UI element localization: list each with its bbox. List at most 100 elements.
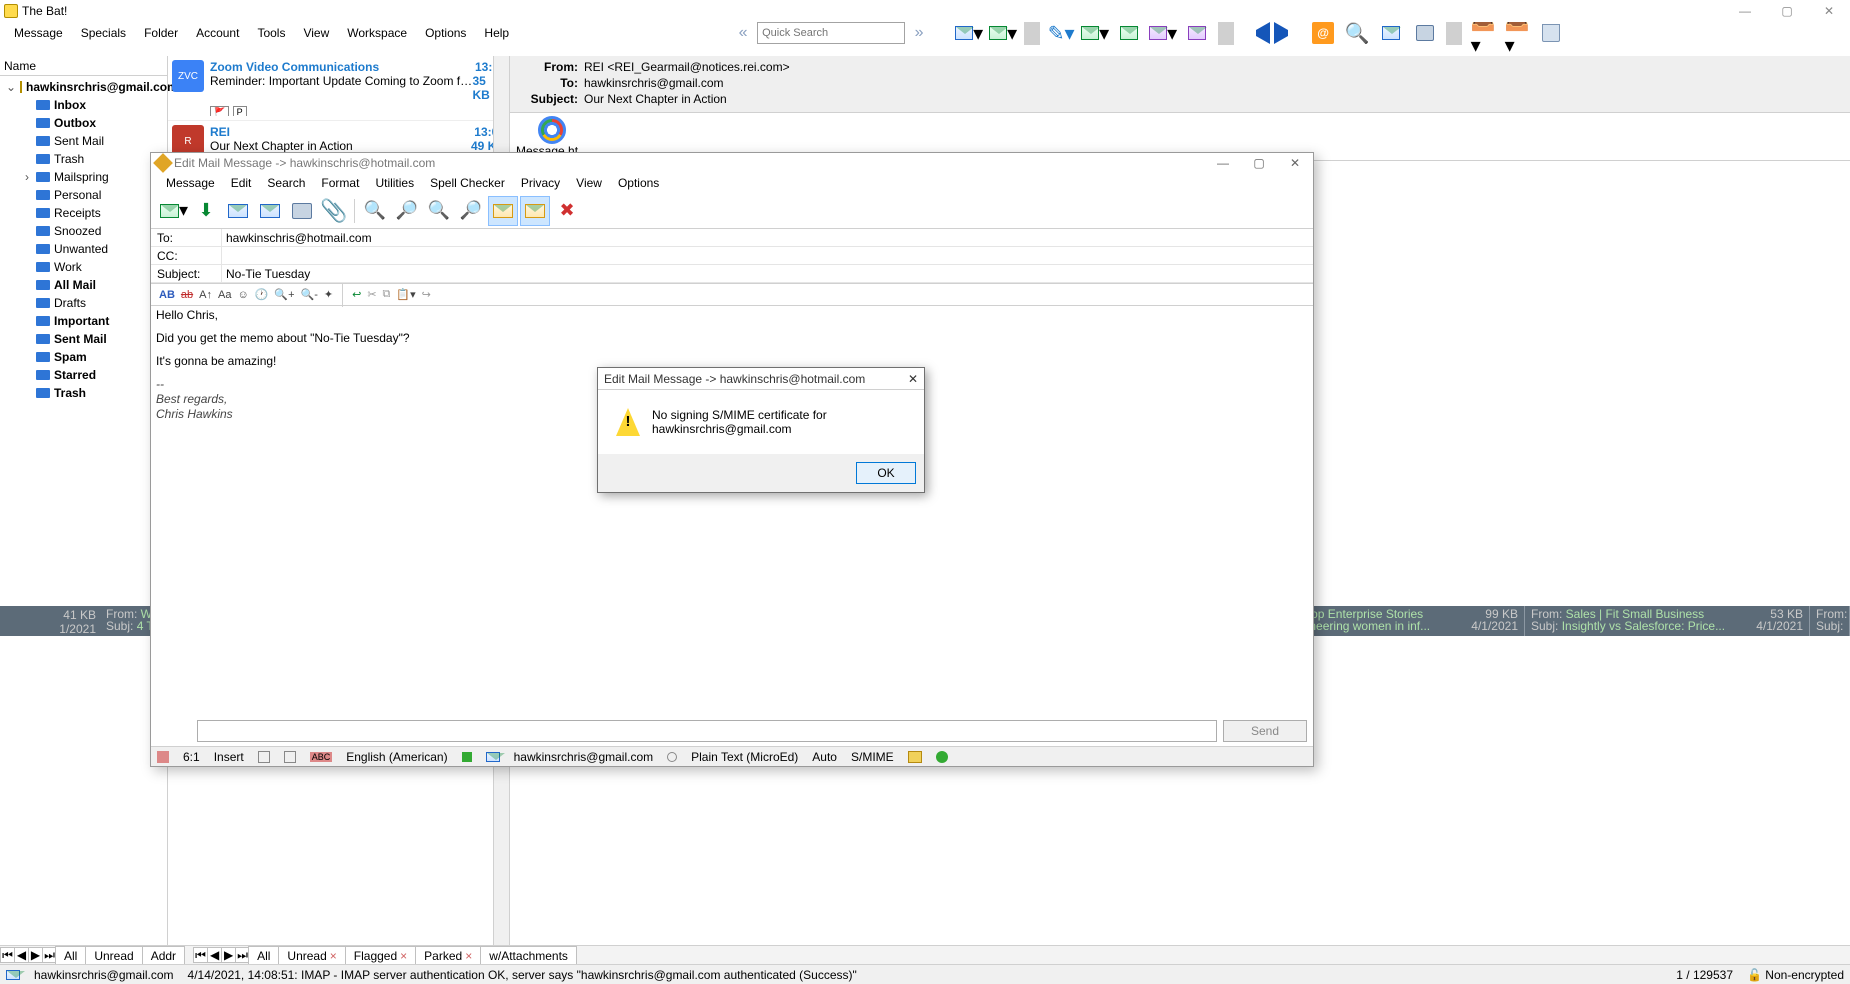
compose-menu-message[interactable]: Message bbox=[159, 174, 222, 192]
search-next-icon[interactable]: » bbox=[907, 21, 931, 45]
compose-menu-spell[interactable]: Spell Checker bbox=[423, 174, 512, 192]
send-account-dropdown[interactable] bbox=[197, 720, 1217, 742]
special-icon[interactable]: ✦ bbox=[324, 288, 333, 301]
folder-item[interactable]: Drafts bbox=[0, 294, 167, 312]
subject-field[interactable]: No-Tie Tuesday bbox=[221, 265, 1313, 282]
folder-item[interactable]: Personal bbox=[0, 186, 167, 204]
tab-next-icon[interactable]: ▶ bbox=[221, 947, 235, 963]
queue-button[interactable]: ⬇ bbox=[191, 196, 221, 226]
menu-specials[interactable]: Specials bbox=[73, 23, 134, 43]
tab-last-icon[interactable]: ⏭ bbox=[235, 947, 249, 963]
time-icon[interactable]: 🕐 bbox=[255, 288, 269, 301]
bold-icon[interactable]: AB bbox=[159, 289, 175, 301]
compose-menu-options[interactable]: Options bbox=[611, 174, 666, 192]
folder-item[interactable]: All Mail bbox=[0, 276, 167, 294]
tab-next-icon[interactable]: ▶ bbox=[28, 947, 42, 963]
compose-menu-search[interactable]: Search bbox=[260, 174, 312, 192]
compose-title-bar[interactable]: Edit Mail Message -> hawkinschris@hotmai… bbox=[151, 153, 1313, 173]
folder-item[interactable]: Spam bbox=[0, 348, 167, 366]
encrypt-button[interactable] bbox=[520, 196, 550, 226]
folder-item[interactable]: Trash bbox=[0, 150, 167, 168]
view-tab[interactable]: Flagged × bbox=[345, 946, 416, 964]
ticker-item[interactable]: From: Sales | Fit Small Business53 KBSub… bbox=[1525, 606, 1810, 636]
account-node[interactable]: ⌄ hawkinsrchris@gmail.com bbox=[0, 78, 167, 96]
compose-minimize-icon[interactable]: — bbox=[1205, 153, 1241, 173]
tab-prev-icon[interactable]: ◀ bbox=[14, 947, 28, 963]
zoom-in-icon[interactable]: 🔍+ bbox=[274, 288, 294, 301]
compose-menu-format[interactable]: Format bbox=[314, 174, 366, 192]
tab-prev-icon[interactable]: ◀ bbox=[207, 947, 221, 963]
minimize-icon[interactable]: — bbox=[1724, 0, 1766, 22]
tab-addressed[interactable]: Addr bbox=[142, 946, 185, 964]
tab-unread[interactable]: Unread bbox=[85, 946, 142, 964]
search-button[interactable]: 🔍 bbox=[360, 196, 390, 226]
compose-menu-utilities[interactable]: Utilities bbox=[368, 174, 421, 192]
message-item[interactable]: ZVCZoom Video Communications13:11Reminde… bbox=[168, 56, 509, 121]
compose-smime[interactable]: S/MIME bbox=[851, 750, 894, 764]
strike-icon[interactable]: ab bbox=[181, 289, 193, 301]
compose-charset[interactable]: Auto bbox=[812, 750, 837, 764]
font-down-icon[interactable]: Aa bbox=[218, 289, 231, 301]
compose-menu-view[interactable]: View bbox=[569, 174, 609, 192]
sign-status-icon[interactable] bbox=[936, 751, 948, 763]
view-tab[interactable]: Parked × bbox=[415, 946, 481, 964]
cut-icon[interactable]: ✂ bbox=[367, 288, 376, 301]
folder-item[interactable]: Sent Mail bbox=[0, 132, 167, 150]
folder-item[interactable]: Work bbox=[0, 258, 167, 276]
folder-item[interactable]: Sent Mail bbox=[0, 330, 167, 348]
zoom-out-icon[interactable]: 🔍- bbox=[301, 288, 318, 301]
compose-menu-privacy[interactable]: Privacy bbox=[514, 174, 567, 192]
folder-item[interactable]: Snoozed bbox=[0, 222, 167, 240]
collapse-icon[interactable]: ⌄ bbox=[6, 80, 16, 94]
menu-tools[interactable]: Tools bbox=[249, 23, 293, 43]
search-prev-icon[interactable]: « bbox=[731, 21, 755, 45]
compose-maximize-icon[interactable]: ▢ bbox=[1241, 153, 1277, 173]
tab-all[interactable]: All bbox=[55, 946, 86, 964]
folder-item[interactable]: ›Mailspring bbox=[0, 168, 167, 186]
search-next-button[interactable]: 🔎 bbox=[392, 196, 422, 226]
compose-menu-edit[interactable]: Edit bbox=[224, 174, 259, 192]
to-field[interactable]: hawkinschris@hotmail.com bbox=[221, 229, 1313, 246]
tab-close-icon[interactable]: × bbox=[465, 949, 472, 963]
tab-close-icon[interactable]: × bbox=[400, 949, 407, 963]
emoji-icon[interactable]: ☺ bbox=[237, 289, 248, 301]
send-button[interactable]: Send bbox=[1223, 720, 1307, 742]
ticker-item[interactable]: From:Subj: bbox=[1810, 606, 1850, 636]
dialog-title-bar[interactable]: Edit Mail Message -> hawkinschris@hotmai… bbox=[598, 368, 924, 390]
dialog-ok-button[interactable]: OK bbox=[856, 462, 916, 484]
compose-close-icon[interactable]: ✕ bbox=[1277, 153, 1313, 173]
menu-account[interactable]: Account bbox=[188, 23, 247, 43]
close-icon[interactable]: ✕ bbox=[1808, 0, 1850, 22]
folder-item[interactable]: Important bbox=[0, 312, 167, 330]
menu-view[interactable]: View bbox=[295, 23, 337, 43]
paste-icon[interactable]: 📋▾ bbox=[396, 288, 415, 301]
cc-field[interactable] bbox=[221, 247, 1313, 264]
view-tab[interactable]: All bbox=[248, 946, 279, 964]
copy-icon[interactable]: ⧉ bbox=[383, 288, 391, 301]
compose-format[interactable]: Plain Text (MicroEd) bbox=[691, 750, 798, 764]
menu-folder[interactable]: Folder bbox=[136, 23, 186, 43]
undo-icon[interactable]: ↩ bbox=[352, 288, 361, 301]
compose-language[interactable]: English (American) bbox=[346, 750, 447, 764]
view-tab[interactable]: w/Attachments bbox=[480, 946, 577, 964]
folder-item[interactable]: Starred bbox=[0, 366, 167, 384]
menu-help[interactable]: Help bbox=[476, 23, 517, 43]
redo-icon[interactable]: ↪ bbox=[422, 288, 431, 301]
folder-item[interactable]: Trash bbox=[0, 384, 167, 402]
lock-icon[interactable] bbox=[908, 751, 922, 763]
sign-button[interactable] bbox=[488, 196, 518, 226]
tab-last-icon[interactable]: ⏭ bbox=[42, 947, 56, 963]
send-now-button[interactable]: ▾ bbox=[159, 196, 189, 226]
maximize-icon[interactable]: ▢ bbox=[1766, 0, 1808, 22]
quick-search-input[interactable] bbox=[757, 22, 905, 44]
font-up-icon[interactable]: A↑ bbox=[199, 289, 212, 301]
view-tab[interactable]: Unread × bbox=[278, 946, 345, 964]
menu-workspace[interactable]: Workspace bbox=[339, 23, 415, 43]
attach-button[interactable]: 📎 bbox=[319, 196, 349, 226]
folder-item[interactable]: Outbox bbox=[0, 114, 167, 132]
cancel-button[interactable]: ✖ bbox=[552, 196, 582, 226]
spell-prev-button[interactable]: 🔍 bbox=[424, 196, 454, 226]
folder-item[interactable]: Receipts bbox=[0, 204, 167, 222]
folder-item[interactable]: Unwanted bbox=[0, 240, 167, 258]
save-draft-button[interactable] bbox=[223, 196, 253, 226]
